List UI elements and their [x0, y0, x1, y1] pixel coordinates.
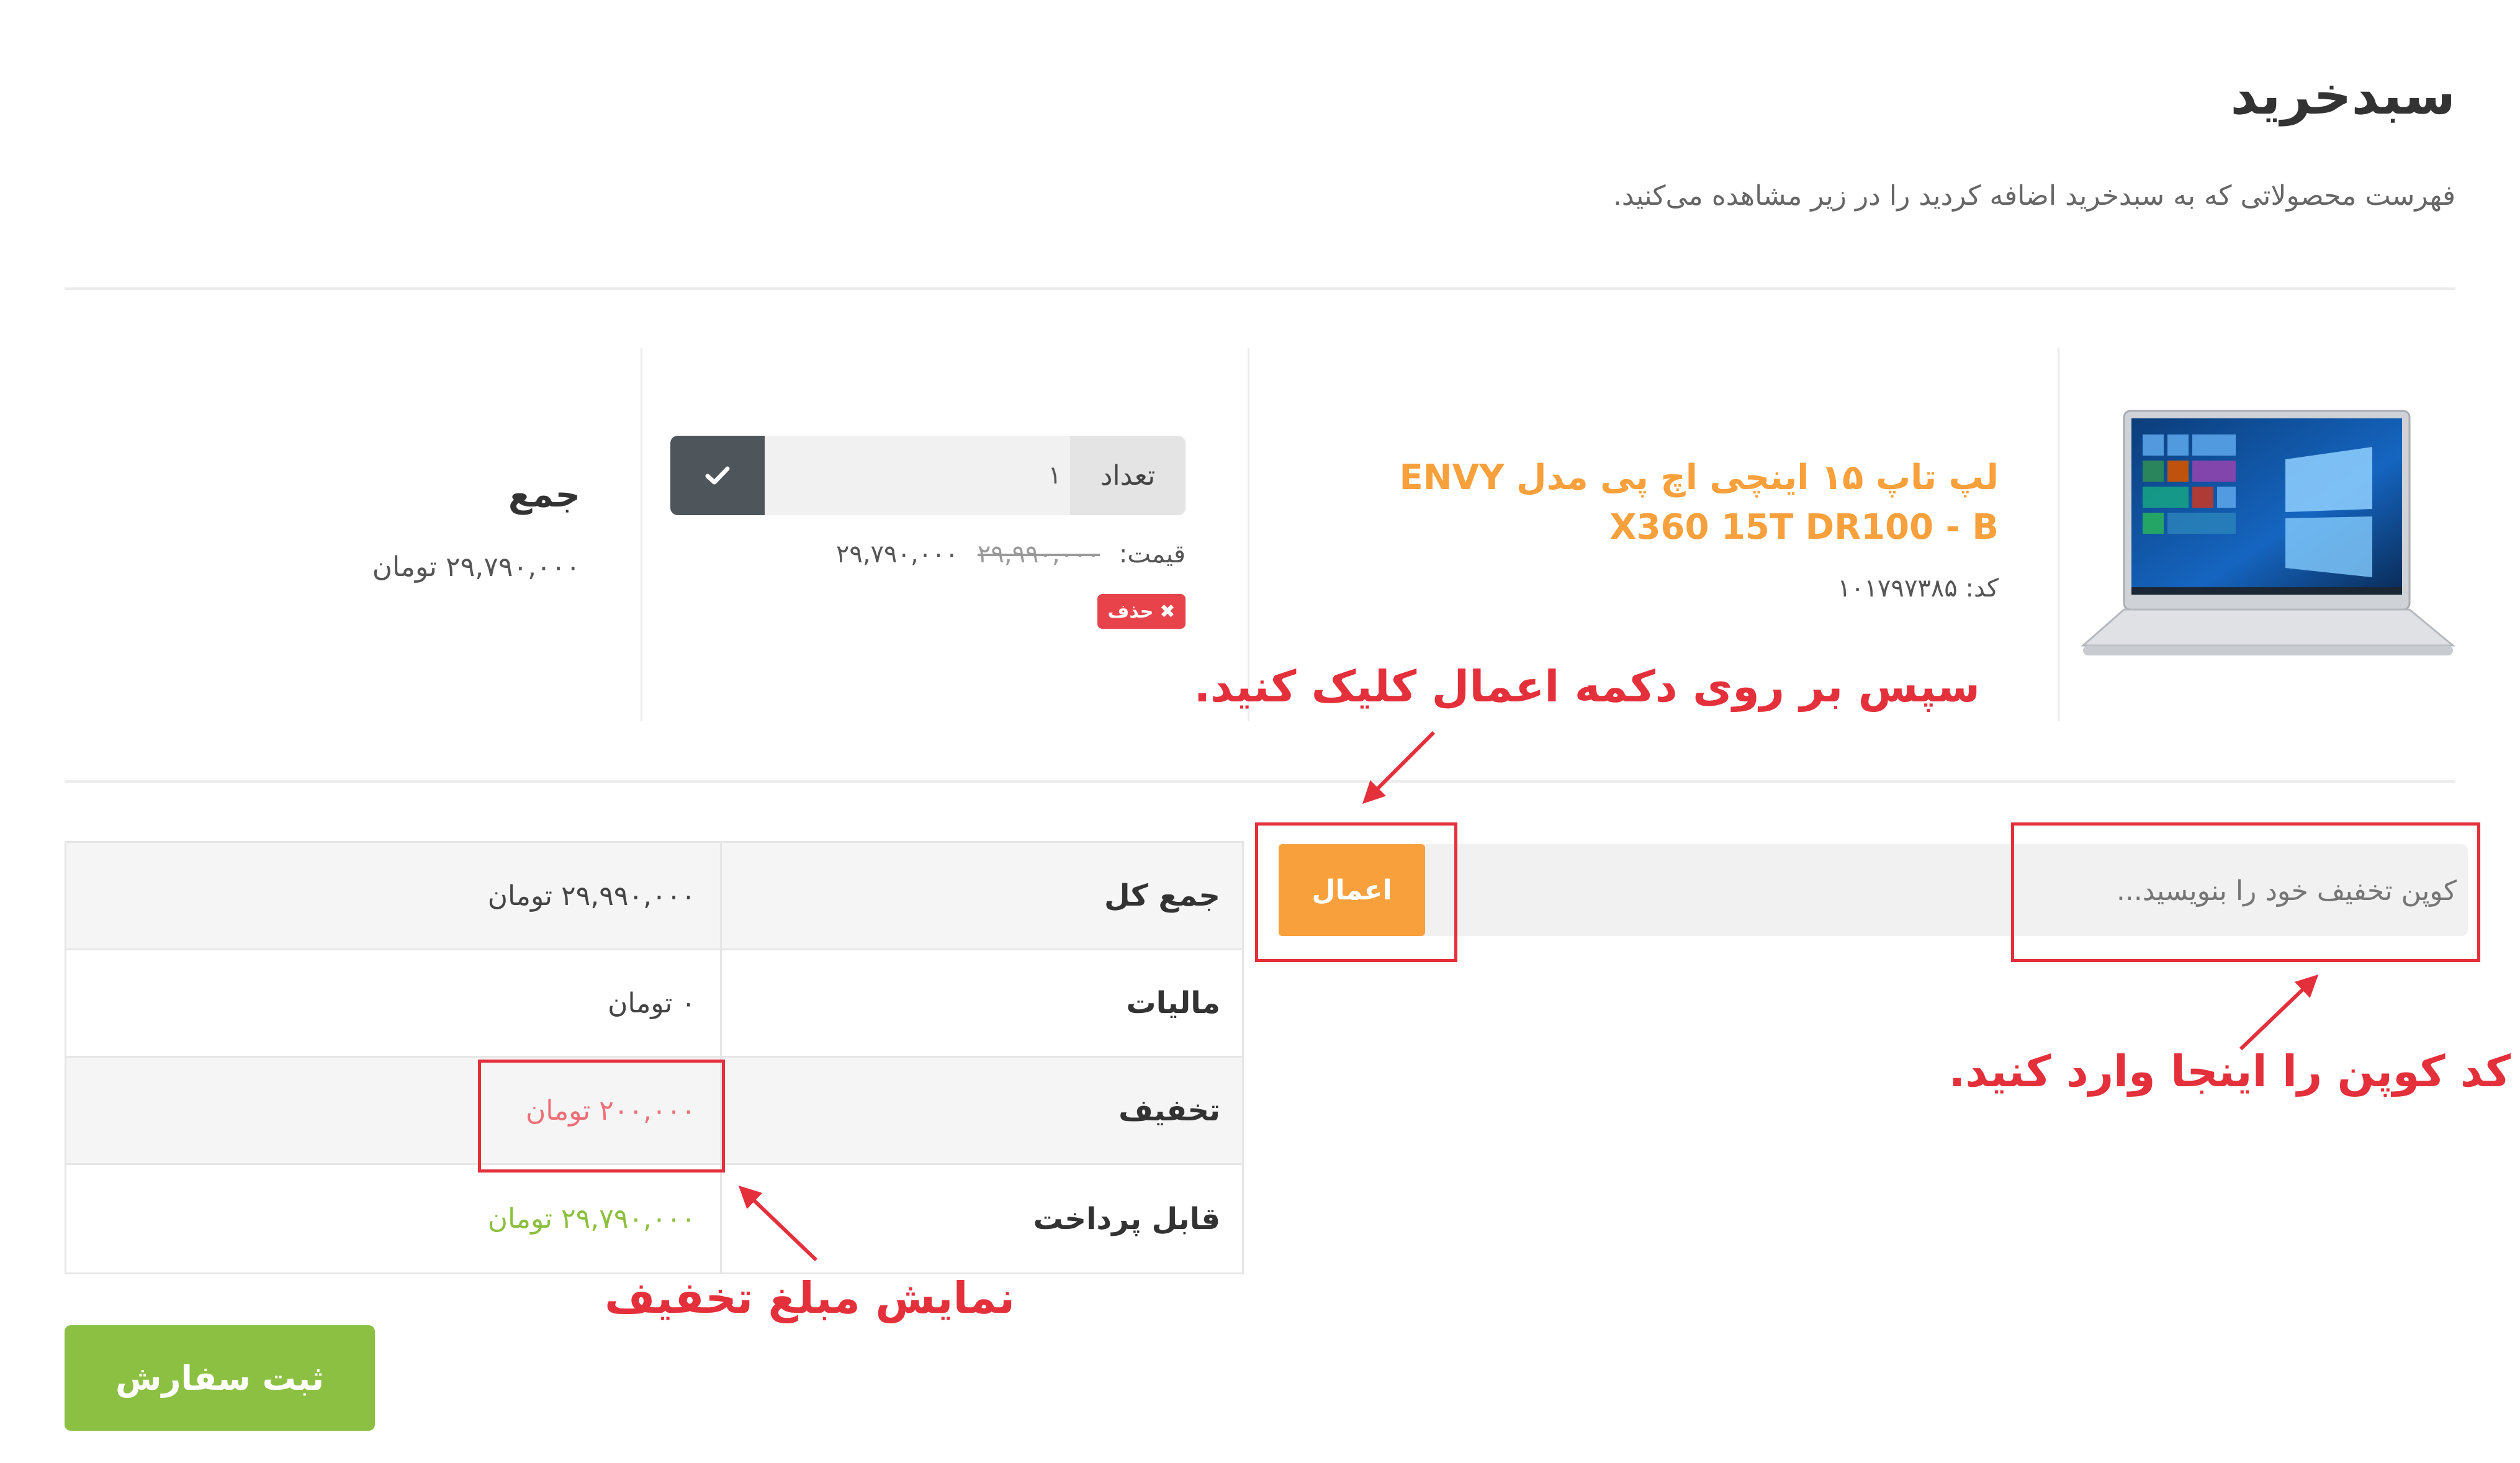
arrow-icon — [738, 1186, 818, 1262]
arrow-icon — [2239, 975, 2319, 1051]
annotation-arrows — [738, 731, 2319, 1262]
arrow-icon — [1362, 731, 1436, 804]
